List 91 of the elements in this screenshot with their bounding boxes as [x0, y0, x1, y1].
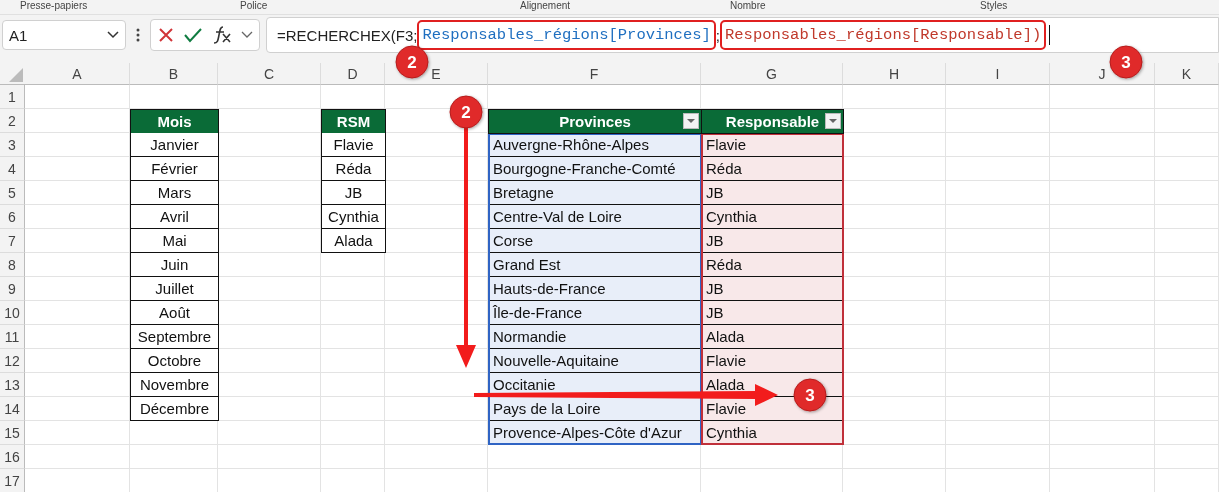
ribbon-group-label: Alignement	[520, 0, 571, 11]
table-cell: Normandie	[488, 325, 702, 349]
table-cell: Hauts-de-France	[488, 277, 702, 301]
table-cell: Mai	[130, 229, 219, 253]
ribbon-group-label: Nombre	[730, 0, 766, 11]
row-header[interactable]: 5	[0, 181, 25, 205]
table-cell: JB	[321, 181, 386, 205]
table-cell: Septembre	[130, 325, 219, 349]
number-badge: 2	[449, 95, 483, 129]
row-header[interactable]: 7	[0, 229, 25, 253]
table-cell: Flavie	[321, 133, 386, 157]
table-header: RSM	[321, 109, 386, 134]
table-cell: Juin	[130, 253, 219, 277]
row-header[interactable]: 12	[0, 349, 25, 373]
checkmark-icon[interactable]	[183, 26, 203, 44]
table-cell: Août	[130, 301, 219, 325]
table-cell: Cynthia	[701, 421, 844, 445]
table-cell: Décembre	[130, 397, 219, 421]
table-cell: Cynthia	[321, 205, 386, 229]
column-header[interactable]: A	[25, 63, 130, 85]
number-badge: 3	[793, 378, 827, 412]
row-header[interactable]: 6	[0, 205, 25, 229]
table-cell: Grand Est	[488, 253, 702, 277]
table-cell: Réda	[321, 157, 386, 181]
table-cell: Nouvelle-Aquitaine	[488, 349, 702, 373]
row-header[interactable]: 3	[0, 133, 25, 157]
row-header[interactable]: 13	[0, 373, 25, 397]
table-cell: JB	[701, 181, 844, 205]
row-header[interactable]: 4	[0, 157, 25, 181]
table-cell: Février	[130, 157, 219, 181]
table-cell: Mars	[130, 181, 219, 205]
ribbon-group-label: Styles	[980, 0, 1008, 11]
table-cell: Auvergne-Rhône-Alpes	[488, 133, 702, 157]
column-header[interactable]: I	[946, 63, 1050, 85]
row-header[interactable]: 15	[0, 421, 25, 445]
function-icon[interactable]	[211, 25, 233, 45]
row-header[interactable]: 14	[0, 397, 25, 421]
row-header[interactable]: 10	[0, 301, 25, 325]
table-header: Provinces	[559, 113, 631, 130]
ribbon-group-label: Police	[240, 0, 268, 11]
row-header[interactable]: 11	[0, 325, 25, 349]
table-cell: Avril	[130, 205, 219, 229]
row-header[interactable]: 2	[0, 109, 25, 133]
column-header[interactable]: B	[130, 63, 218, 85]
formula-reference: Responsables_régions[Responsable])	[720, 20, 1047, 50]
column-header[interactable]: D	[321, 63, 385, 85]
number-badge: 2	[395, 45, 429, 79]
row-header[interactable]: 9	[0, 277, 25, 301]
formula-reference: Responsables_régions[Provinces]	[417, 20, 716, 50]
name-box[interactable]: A1	[2, 20, 126, 50]
table-header: Responsable	[725, 113, 820, 130]
chevron-down-icon[interactable]	[241, 31, 253, 39]
table-cell: Novembre	[130, 373, 219, 397]
table-cell: JB	[701, 277, 844, 301]
number-badge: 3	[1109, 45, 1143, 79]
table-cell: Juillet	[130, 277, 219, 301]
cancel-icon[interactable]	[157, 26, 175, 44]
table-cell: Pays de la Loire	[488, 397, 702, 421]
column-header[interactable]: G	[701, 63, 843, 85]
table-cell: Bourgogne-Franche-Comté	[488, 157, 702, 181]
table-cell: Réda	[701, 253, 844, 277]
table-cell: Bretagne	[488, 181, 702, 205]
column-header[interactable]: K	[1155, 63, 1219, 85]
row-header[interactable]: 1	[0, 85, 25, 109]
more-icon[interactable]	[136, 28, 140, 42]
table-cell: Île-de-France	[488, 301, 702, 325]
column-header[interactable]: C	[218, 63, 321, 85]
column-header[interactable]: F	[488, 63, 701, 85]
filter-dropdown-icon[interactable]	[825, 113, 841, 129]
table-cell: Réda	[701, 157, 844, 181]
column-header[interactable]: H	[843, 63, 946, 85]
table-cell: JB	[701, 301, 844, 325]
table-cell: Centre-Val de Loire	[488, 205, 702, 229]
table-header: Mois	[130, 109, 219, 134]
table-cell: Alada	[321, 229, 386, 253]
table-cell: Provence-Alpes-Côte d'Azur	[488, 421, 702, 445]
table-cell: Flavie	[701, 133, 844, 157]
filter-dropdown-icon[interactable]	[683, 113, 699, 129]
row-header[interactable]: 17	[0, 469, 25, 492]
table-cell: Flavie	[701, 349, 844, 373]
table-cell: Octobre	[130, 349, 219, 373]
row-header[interactable]: 8	[0, 253, 25, 277]
table-cell: Corse	[488, 229, 702, 253]
ribbon-group-label: Presse-papiers	[20, 0, 88, 11]
table-cell: JB	[701, 229, 844, 253]
formula-field[interactable]: =RECHERCHEX(F3; Responsables_régions[Provinces] ; Responsables_régions[Responsable])	[266, 17, 1219, 53]
row-header[interactable]: 16	[0, 445, 25, 469]
chevron-down-icon	[107, 31, 119, 39]
table-cell: Alada	[701, 325, 844, 349]
table-cell: Janvier	[130, 133, 219, 157]
table-cell: Cynthia	[701, 205, 844, 229]
